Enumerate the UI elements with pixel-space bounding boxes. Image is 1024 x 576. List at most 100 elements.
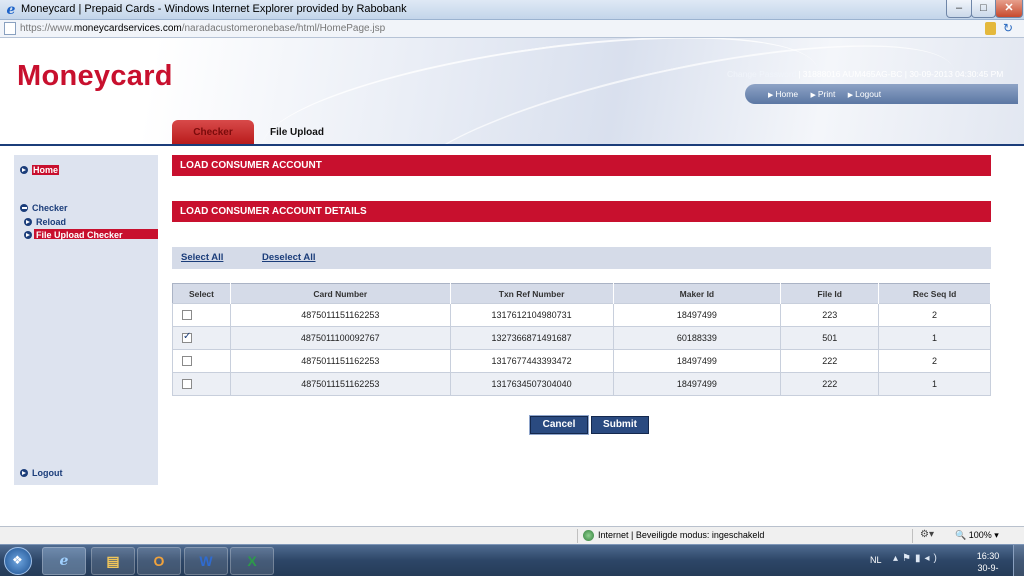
table-row: 4875011151162253 1317677443393472 184974… [172,349,991,373]
sidebar: Home Checker Reload File Upload Checker … [14,155,158,485]
arrow-right-icon: ▶ [847,92,854,99]
taskbar-excel-icon[interactable]: X [230,547,274,575]
system-clock[interactable]: 16:30 30-9-2013 [968,550,1008,576]
table-header-row: Select Card Number Txn Ref Number Maker … [172,283,991,304]
url-text[interactable]: https://www.moneycardservices.com/narada… [20,23,385,34]
txn-ref-cell: 1317612104980731 [449,303,614,327]
table-row: 4875011151162253 1317634507304040 184974… [172,372,991,396]
page-icon [4,22,16,35]
sidebar-item-label: Home [32,165,60,175]
sidebar-item-checker[interactable]: Checker [20,203,68,213]
security-zone-text[interactable]: Internet | Beveiligde modus: ingeschakel… [598,530,764,540]
status-bar: Internet | Beveiligde modus: ingeschakel… [0,526,1024,544]
maker-id-cell: 60188339 [612,326,782,350]
close-button[interactable]: ✕ [995,0,1023,18]
ie-icon: e [6,2,16,18]
taskbar-folder-icon[interactable]: ▤ [91,547,135,575]
protected-mode-icon[interactable]: ⚙▾ [920,529,934,540]
tab-file-upload[interactable]: File Upload [262,120,332,145]
table-row: 4875011100092767 1327366871491687 601883… [172,326,991,350]
start-button[interactable]: ❖ [4,547,32,575]
zoom-level[interactable]: 🔍 100% ▾ [955,530,999,541]
clock-date: 30-9-2013 [977,563,999,576]
row-checkbox[interactable] [182,379,192,390]
column-header: Card Number [230,283,451,304]
url-prefix: https://www. [20,23,74,34]
sidebar-item-home[interactable]: Home [20,165,60,175]
file-id-cell: 223 [780,303,880,327]
logout-link[interactable]: ▶ Logout [848,89,886,99]
status-divider [577,529,578,543]
maker-id-cell: 18497499 [612,349,782,373]
rec-seq-id-cell: 2 [878,303,991,327]
deselect-all-link[interactable]: Deselect All [262,252,316,263]
row-checkbox[interactable] [182,356,192,367]
sidebar-item-reload[interactable]: Reload [24,217,66,227]
select-cell [172,372,231,396]
home-link[interactable]: ▶ Home [768,89,803,99]
cancel-button[interactable]: Cancel [529,415,589,435]
title-bar: e Moneycard | Prepaid Cards - Windows In… [0,0,1024,20]
status-divider [912,529,913,543]
tray-icons[interactable]: ▴⚑▮◂) [893,553,941,564]
sidebar-item-label: Reload [36,217,67,227]
url-domain: moneycardservices.com [73,23,182,34]
user-info: 31888016 AUM465AG-BC | 30-09-2013 04:30:… [802,69,1004,79]
clock-time: 16:30 [976,551,1000,561]
header-divider [0,144,1024,146]
change-password-link[interactable]: Change Password [727,69,796,79]
web-page: Moneycard Change Password | 31888016 AUM46… [0,38,1024,526]
column-header: Txn Ref Number [450,283,614,304]
top-links-bar: ▶ Home ▶ Print ▶ Logout [745,84,1018,104]
zoom-icon: 🔍 [955,530,967,540]
row-checkbox[interactable] [182,331,192,344]
lock-icon[interactable] [985,22,996,35]
txn-ref-cell: 1327366871491687 [449,326,614,350]
taskbar-word-icon[interactable]: W [184,547,228,575]
windows-logo-icon: ❖ [12,553,23,567]
sidebar-item-label: Logout [32,468,63,478]
minimize-button[interactable]: – [946,0,972,18]
logout-link-label: Logout [855,89,882,99]
refresh-icon[interactable]: ↻ [1003,21,1013,35]
sidebar-item-label: File Upload Checker [36,230,123,240]
arrow-bullet-icon [24,231,32,239]
details-title: LOAD CONSUMER ACCOUNT DETAILS [172,201,991,222]
maker-id-cell: 18497499 [612,303,782,327]
card-number-cell: 4875011151162253 [229,303,451,327]
arrow-right-icon: ▶ [768,92,774,99]
column-header: File Id [780,283,880,304]
arrow-bullet-icon [20,469,28,477]
tab-checker[interactable]: Checker [172,120,254,145]
taskbar: ❖ e ▤ O W X NL ▴⚑▮◂) 16:30 30-9-2013 [0,544,1024,576]
taskbar-outlook-icon[interactable]: O [137,547,181,575]
sidebar-item-logout[interactable]: Logout [20,468,63,478]
card-number-cell: 4875011100092767 [229,326,451,350]
language-indicator[interactable]: NL [870,555,882,565]
column-header: Maker Id [613,283,782,304]
select-all-link[interactable]: Select All [181,252,223,263]
records-table: Select Card Number Txn Ref Number Maker … [172,283,991,396]
sidebar-item-label: Checker [32,203,68,213]
table-row: 4875011151162253 1317612104980731 184974… [172,303,991,327]
file-id-cell: 501 [780,326,880,350]
taskbar-internet-explorer-icon[interactable]: e [42,547,86,575]
arrow-bullet-icon [20,166,28,174]
maximize-button[interactable]: □ [971,0,996,18]
sidebar-item-file-upload-checker[interactable]: File Upload Checker [24,230,123,240]
selection-toolbar: Select All Deselect All [172,247,991,269]
show-desktop-button[interactable] [1013,545,1024,576]
submit-button[interactable]: Submit [591,416,649,434]
arrow-bullet-icon [24,218,32,226]
rec-seq-id-cell: 1 [878,372,991,396]
card-number-cell: 4875011151162253 [229,349,451,373]
moneycard-logo: Moneycard [17,60,173,92]
rec-seq-id-cell: 2 [878,349,991,373]
address-bar[interactable]: https://www.moneycardservices.com/narada… [0,20,1024,38]
zoom-value: 100% [968,530,992,540]
txn-ref-cell: 1317677443393472 [449,349,614,373]
print-link[interactable]: ▶ Print [810,89,840,99]
file-id-cell: 222 [780,372,880,396]
row-checkbox[interactable] [182,310,192,321]
print-link-label: Print [817,89,836,99]
